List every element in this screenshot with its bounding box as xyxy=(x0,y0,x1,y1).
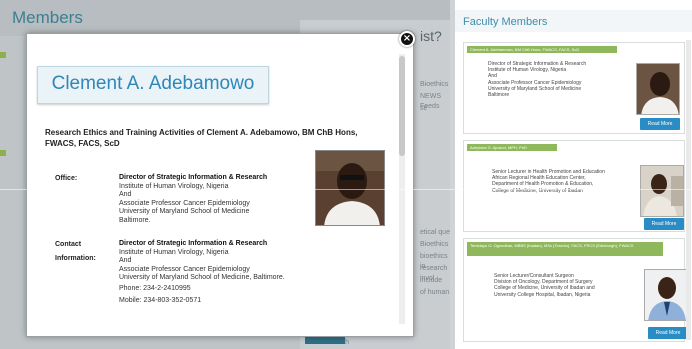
read-more-button[interactable]: Read More xyxy=(648,327,688,339)
image-seam xyxy=(0,189,692,190)
background-snippet: se xyxy=(420,105,428,112)
faculty-panel-title: Faculty Members xyxy=(463,16,548,28)
faculty-photo xyxy=(640,165,684,217)
contact-details: Director of Strategic Information & Rese… xyxy=(119,240,319,283)
card-line: Baltimore xyxy=(488,92,510,99)
faculty-panel: Faculty Members Clement A. Adebamowo, BM… xyxy=(455,0,692,349)
faculty-photo-image xyxy=(641,166,683,216)
office-label: Office: xyxy=(55,175,78,182)
faculty-photo-image xyxy=(637,64,679,114)
research-title: Research Ethics and Training Activities … xyxy=(45,128,358,148)
contact-phone: Phone: 234-2-2410995 xyxy=(119,285,191,292)
faculty-panel-scrollbar[interactable] xyxy=(686,40,691,340)
background-snippet: etical que xyxy=(420,229,450,236)
faculty-name-tag[interactable]: Temidayo O. Ogundiran, MBBS (Ibadan), MS… xyxy=(467,242,663,256)
faculty-name-tag[interactable]: Adeyinka G. Ajuwon, MPH, PhD xyxy=(467,144,557,151)
member-profile-modal: Clement A. Adebamowo Research Ethics and… xyxy=(26,33,414,337)
contact-mobile: Mobile: 234-803-352-0571 xyxy=(119,297,202,304)
faculty-card-details: Senior Lecturer in Health Promotion and … xyxy=(492,169,642,194)
read-more-button[interactable]: Read More xyxy=(640,118,680,130)
faculty-card: Clement A. Adebamowo, BM ChB Hons, FWACS… xyxy=(463,42,685,134)
member-name-box: Clement A. Adebamowo xyxy=(37,66,269,104)
contact-line: University of Maryland School of Medicin… xyxy=(119,274,285,282)
contact-line: Associate Professor Cancer Epidemiology xyxy=(119,265,250,273)
office-line: Baltimore. xyxy=(119,216,151,224)
background-page-title: Members xyxy=(12,8,83,27)
office-line: University of Maryland School of Medicin… xyxy=(119,208,250,216)
contact-line: Director of Strategic Information & Rese… xyxy=(119,240,268,247)
office-line: Associate Professor Cancer Epidemiology xyxy=(119,199,250,207)
card-line: University College Hospital, Ibadan, Nig… xyxy=(494,291,591,298)
background-snippet: Bioethics xyxy=(420,81,449,88)
faculty-photo-image xyxy=(645,270,687,320)
faculty-name-tag[interactable]: Clement A. Adebamowo, BM ChB Hons, FWACS… xyxy=(467,46,617,53)
close-icon[interactable]: × xyxy=(399,31,415,47)
background-heading-fragment: ist? xyxy=(420,28,442,44)
office-details: Director of Strategic Information & Rese… xyxy=(119,174,319,226)
background-snippet: Bioethics xyxy=(420,241,449,248)
read-more-button[interactable]: Read More xyxy=(644,218,684,230)
faculty-card-details: Director of Strategic Information & Rese… xyxy=(488,61,628,98)
member-photo xyxy=(315,150,385,226)
background-snippet: of human xyxy=(420,289,450,296)
contact-line: And xyxy=(119,257,132,265)
faculty-photo xyxy=(636,63,680,115)
office-line: Director of Strategic Information & Rese… xyxy=(119,174,268,181)
contact-line: Institute of Human Virology, Nigeria xyxy=(119,248,229,256)
office-line: And xyxy=(119,191,132,199)
faculty-card: Temidayo O. Ogundiran, MBBS (Ibadan), MS… xyxy=(463,238,688,342)
contact-label-2: Information: xyxy=(55,255,96,262)
member-name: Clement A. Adebamowo xyxy=(51,73,255,94)
background-marker xyxy=(0,150,6,156)
faculty-photo xyxy=(644,269,688,321)
faculty-card-details: Senior Lecturer/Consultant Surgeon Divis… xyxy=(494,273,644,298)
modal-scroll-thumb[interactable] xyxy=(399,56,405,156)
contact-label: Contact xyxy=(55,241,82,248)
background-snippet: include xyxy=(420,277,443,284)
background-marker xyxy=(0,52,6,58)
faculty-card: Adeyinka G. Ajuwon, MPH, PhD Senior Lect… xyxy=(463,140,685,232)
